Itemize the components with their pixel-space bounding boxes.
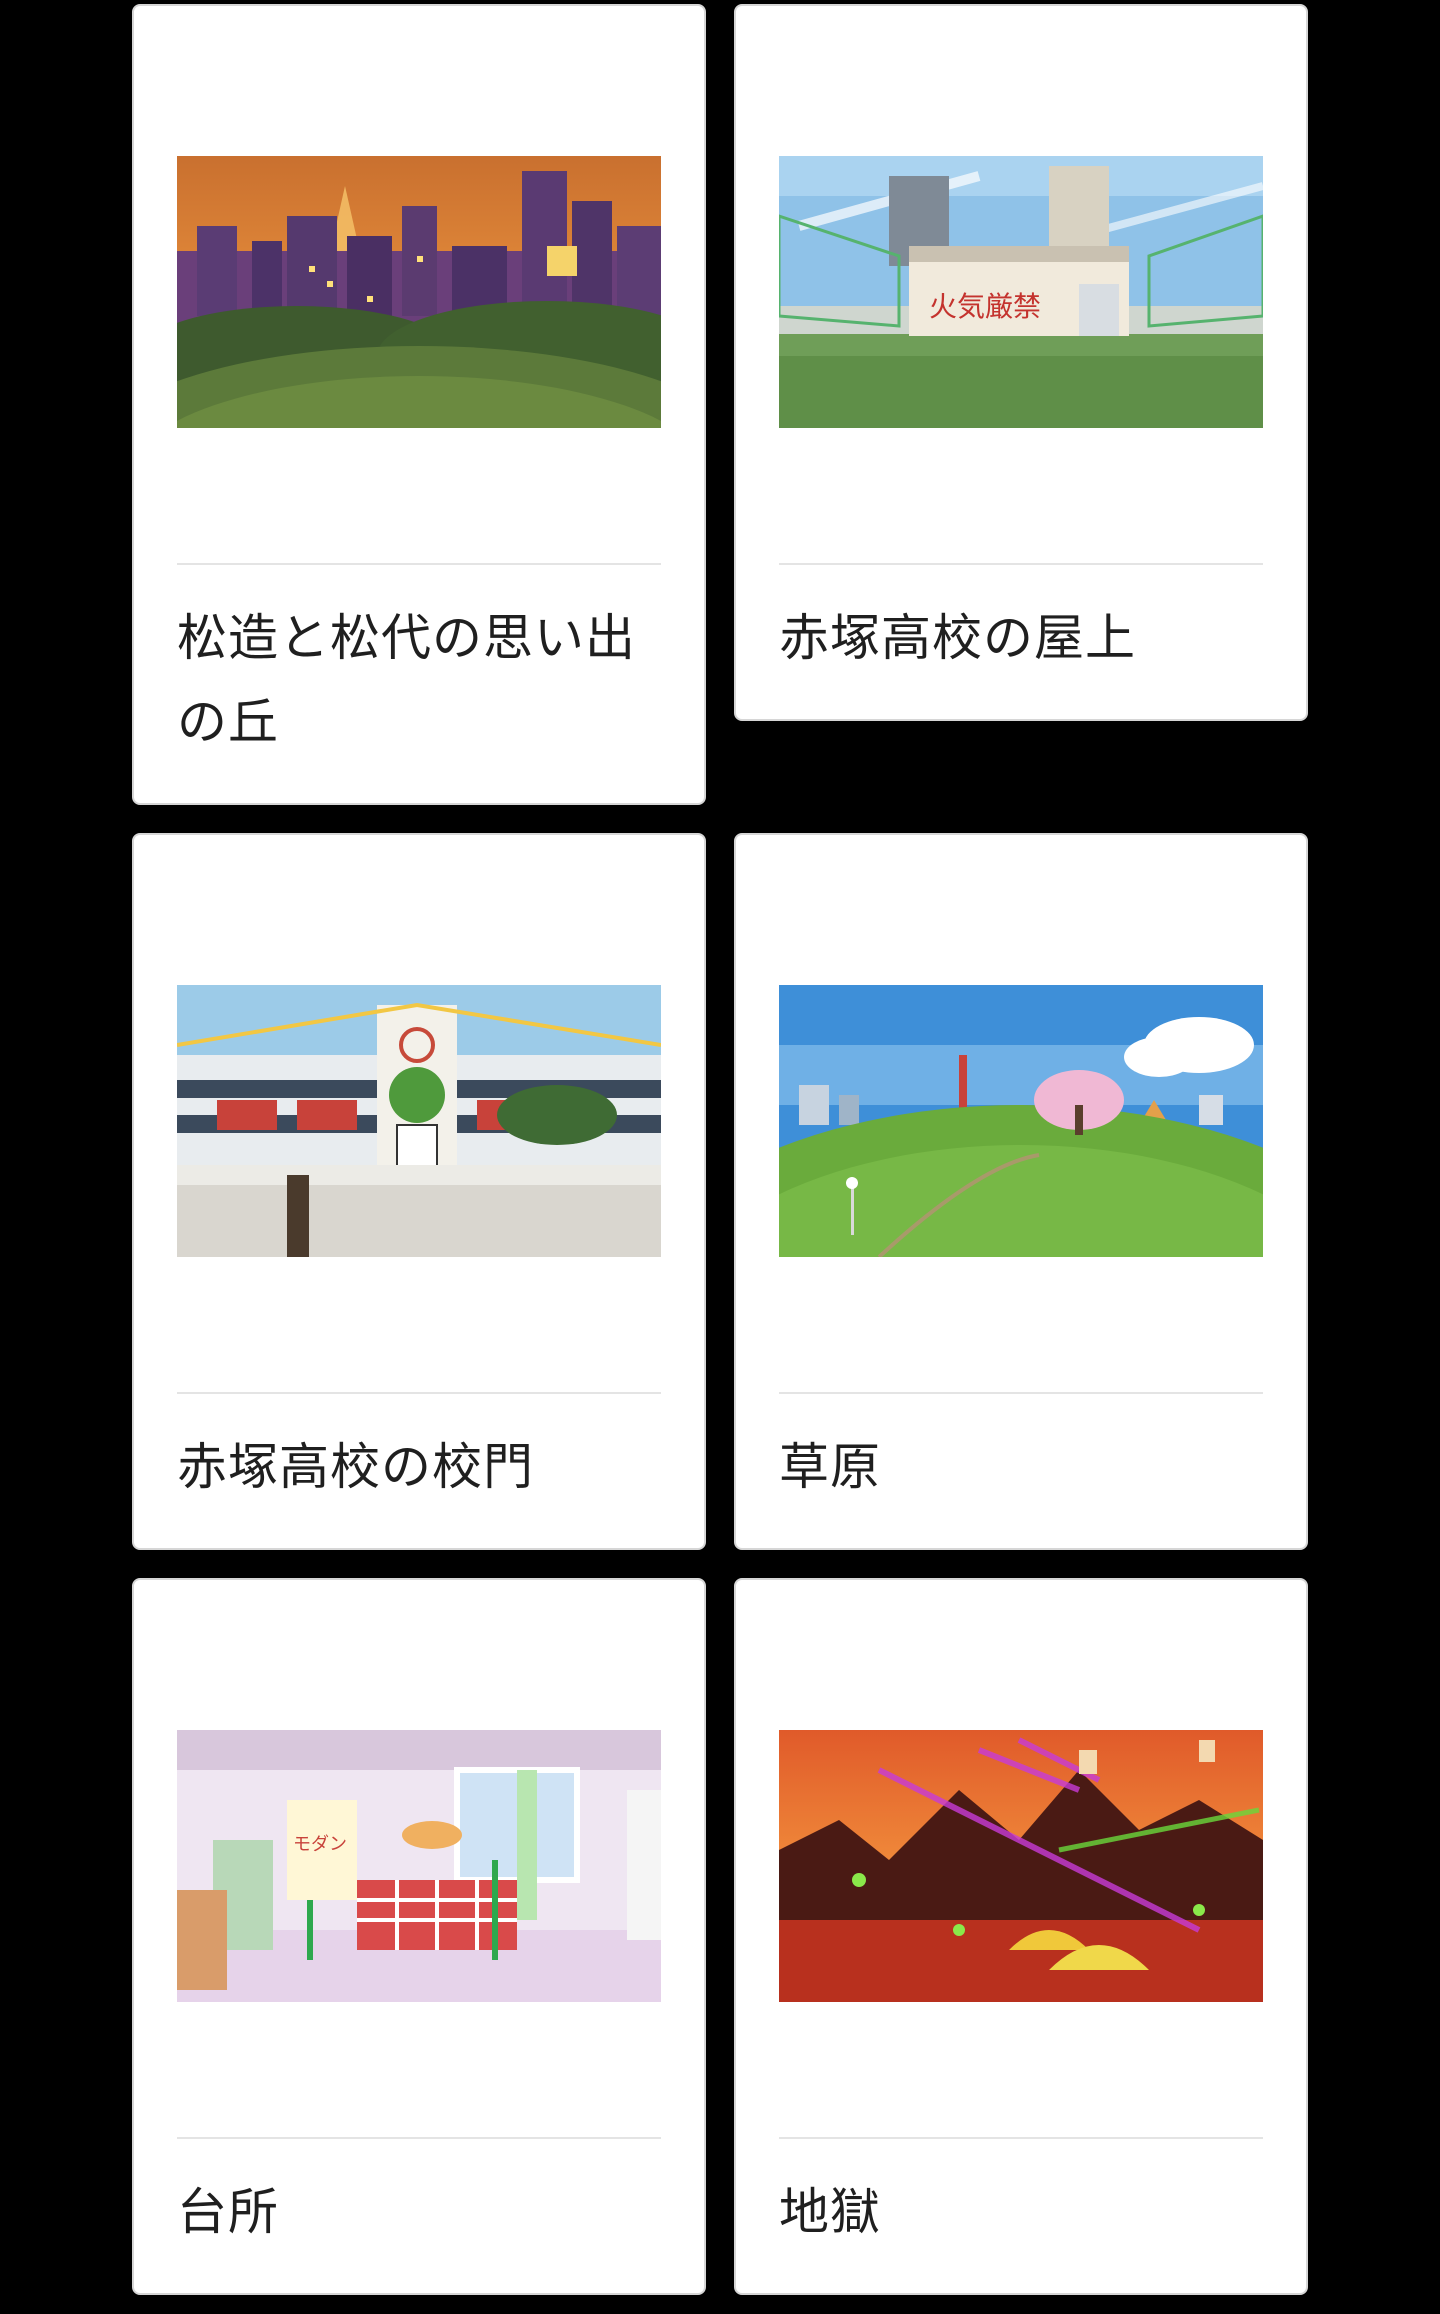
meadow-cherry-tree-illustration xyxy=(779,985,1263,1257)
scene-thumbnail: 火気厳禁 xyxy=(779,156,1263,428)
scene-title: 赤塚高校の屋上 xyxy=(779,609,1136,667)
scene-thumbnail xyxy=(779,1730,1263,2002)
card-divider xyxy=(779,563,1263,565)
kitchen-poster-text: モダン xyxy=(293,1834,347,1855)
rooftop-sign-text: 火気厳禁 xyxy=(929,290,1041,323)
scene-card-school-gate[interactable]: 赤塚高校の校門 xyxy=(132,833,706,1550)
kitchen-illustration: モダン xyxy=(177,1730,661,2002)
scene-thumbnail: モダン xyxy=(177,1730,661,2002)
scene-title: 松造と松代の思い出の丘 xyxy=(177,609,636,751)
card-divider xyxy=(177,563,661,565)
scene-card-school-rooftop[interactable]: 火気厳禁 赤塚高校の屋上 xyxy=(734,4,1308,721)
hell-landscape-illustration xyxy=(779,1730,1263,2002)
card-divider xyxy=(779,2137,1263,2139)
scene-card-hell[interactable]: 地獄 xyxy=(734,1578,1308,2295)
scene-card-kitchen[interactable]: モダン 台所 xyxy=(132,1578,706,2295)
card-divider xyxy=(177,2137,661,2139)
scene-title: 台所 xyxy=(177,2183,279,2241)
scene-title: 赤塚高校の校門 xyxy=(177,1438,534,1496)
scene-card-memory-hill[interactable]: 松造と松代の思い出の丘 xyxy=(132,4,706,805)
card-divider xyxy=(779,1392,1263,1394)
night-city-hill-illustration xyxy=(177,156,661,428)
scene-thumbnail xyxy=(177,985,661,1257)
scene-title: 地獄 xyxy=(779,2183,881,2241)
school-gate-illustration xyxy=(177,985,661,1257)
scene-thumbnail xyxy=(779,985,1263,1257)
scene-card-meadow[interactable]: 草原 xyxy=(734,833,1308,1550)
card-divider xyxy=(177,1392,661,1394)
scene-title: 草原 xyxy=(779,1438,881,1496)
scene-thumbnail xyxy=(177,156,661,428)
school-rooftop-illustration: 火気厳禁 xyxy=(779,156,1263,428)
